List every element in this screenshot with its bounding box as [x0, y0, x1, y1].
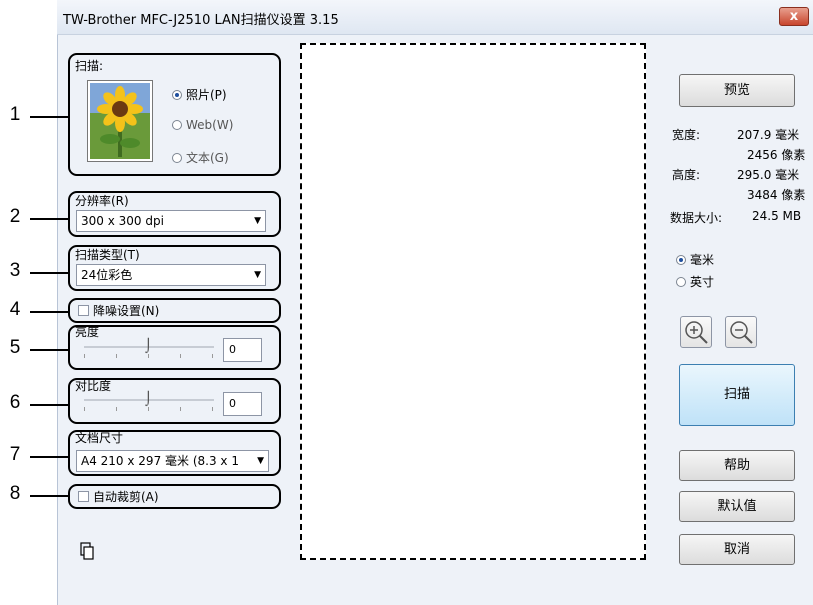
callout-line — [30, 311, 68, 313]
callout-line — [30, 116, 68, 118]
unit-inch-label: 英寸 — [690, 275, 715, 289]
scan-mode-label: 扫描: — [75, 59, 104, 73]
slider-thumb-icon[interactable]: ⌡ — [145, 339, 152, 354]
default-button[interactable]: 默认值 — [679, 491, 795, 522]
callout-3: 3 — [9, 260, 21, 281]
scan-mode-photo-label: 照片(P) — [186, 88, 227, 102]
copy-document-icon[interactable] — [80, 542, 94, 560]
callout-line — [30, 495, 68, 497]
noise-reduction-checkbox[interactable]: 降噪设置(N) — [78, 302, 159, 319]
radio-icon — [172, 120, 182, 130]
scan-type-label: 扫描类型(T) — [75, 248, 140, 262]
slider-tick — [148, 407, 149, 411]
callout-1: 1 — [9, 104, 21, 125]
scan-mode-web-radio[interactable]: Web(W) — [172, 118, 233, 132]
chevron-down-icon: ▼ — [254, 270, 261, 280]
document-size-select[interactable]: A4 210 x 297 毫米 (8.3 x 1 ▼ — [76, 450, 269, 472]
callout-line — [30, 456, 68, 458]
slider-tick — [212, 354, 213, 358]
slider-tick — [212, 407, 213, 411]
cancel-button[interactable]: 取消 — [679, 534, 795, 565]
callout-line — [30, 272, 68, 274]
scan-type-select[interactable]: 24位彩色 ▼ — [76, 264, 266, 286]
window-title: TW-Brother MFC-J2510 LAN扫描仪设置 3.15 — [63, 13, 339, 28]
slider-thumb-icon[interactable]: ⌡ — [145, 392, 152, 407]
callout-8: 8 — [9, 483, 21, 504]
callout-6: 6 — [9, 392, 21, 413]
sunflower-image — [87, 80, 153, 162]
slider-tick — [180, 354, 181, 358]
width-px-value: 2456 像素 — [747, 148, 806, 162]
noise-reduction-label: 降噪设置(N) — [93, 304, 160, 318]
chevron-down-icon: ▼ — [257, 456, 264, 466]
checkbox-icon — [78, 305, 89, 316]
slider-tick — [148, 354, 149, 358]
scan-type-value: 24位彩色 — [81, 268, 133, 282]
resolution-value: 300 x 300 dpi — [81, 214, 164, 228]
contrast-label: 对比度 — [75, 379, 112, 393]
contrast-slider[interactable]: ⌡ — [84, 392, 214, 411]
title-bar: TW-Brother MFC-J2510 LAN扫描仪设置 3.15 x — [57, 0, 813, 35]
callout-4: 4 — [9, 299, 21, 320]
preview-button[interactable]: 预览 — [679, 74, 795, 107]
zoom-out-button[interactable] — [725, 316, 757, 348]
callout-2: 2 — [9, 206, 21, 227]
chevron-down-icon: ▼ — [254, 216, 261, 226]
height-mm-value: 295.0 毫米 — [737, 168, 800, 182]
document-size-label: 文档尺寸 — [75, 431, 124, 445]
slider-tick — [84, 407, 85, 411]
zoom-out-icon — [730, 321, 753, 344]
scan-button[interactable]: 扫描 — [679, 364, 795, 426]
width-label: 宽度: — [672, 128, 701, 142]
document-size-value: A4 210 x 297 毫米 (8.3 x 1 — [81, 454, 239, 468]
close-button[interactable]: x — [779, 7, 809, 26]
checkbox-icon — [78, 491, 89, 502]
scan-mode-photo-radio[interactable]: 照片(P) — [172, 86, 227, 103]
slider-tick — [84, 354, 85, 358]
radio-selected-icon — [172, 89, 182, 100]
unit-inch-radio[interactable]: 英寸 — [676, 273, 714, 290]
resolution-label: 分辨率(R) — [75, 194, 129, 208]
data-size-value: 24.5 MB — [752, 209, 802, 223]
height-px-value: 3484 像素 — [747, 188, 806, 202]
radio-selected-icon — [676, 254, 686, 265]
brightness-label: 亮度 — [75, 325, 100, 339]
brightness-slider[interactable]: ⌡ — [84, 339, 214, 358]
slider-tick — [116, 354, 117, 358]
zoom-in-icon — [685, 321, 708, 344]
scan-mode-text-label: 文本(G) — [186, 151, 229, 165]
height-label: 高度: — [672, 168, 701, 182]
data-size-label: 数据大小: — [670, 211, 723, 225]
slider-tick — [116, 407, 117, 411]
callout-line — [30, 404, 68, 406]
unit-mm-label: 毫米 — [690, 253, 715, 267]
scan-mode-web-label: Web(W) — [186, 118, 234, 132]
brightness-value-input[interactable]: 0 — [223, 338, 262, 362]
callout-line — [30, 218, 68, 220]
unit-mm-radio[interactable]: 毫米 — [676, 251, 714, 268]
radio-icon — [676, 276, 686, 287]
callout-line — [30, 349, 68, 351]
resolution-select[interactable]: 300 x 300 dpi ▼ — [76, 210, 266, 232]
contrast-value-input[interactable]: 0 — [223, 392, 262, 416]
radio-icon — [172, 152, 182, 163]
zoom-in-button[interactable] — [680, 316, 712, 348]
callout-7: 7 — [9, 444, 21, 465]
auto-crop-checkbox[interactable]: 自动裁剪(A) — [78, 488, 159, 505]
callout-5: 5 — [9, 337, 21, 358]
scan-mode-text-radio[interactable]: 文本(G) — [172, 149, 229, 166]
auto-crop-label: 自动裁剪(A) — [93, 490, 159, 504]
preview-area[interactable] — [300, 43, 646, 560]
help-button[interactable]: 帮助 — [679, 450, 795, 481]
slider-tick — [180, 407, 181, 411]
width-mm-value: 207.9 毫米 — [737, 128, 800, 142]
